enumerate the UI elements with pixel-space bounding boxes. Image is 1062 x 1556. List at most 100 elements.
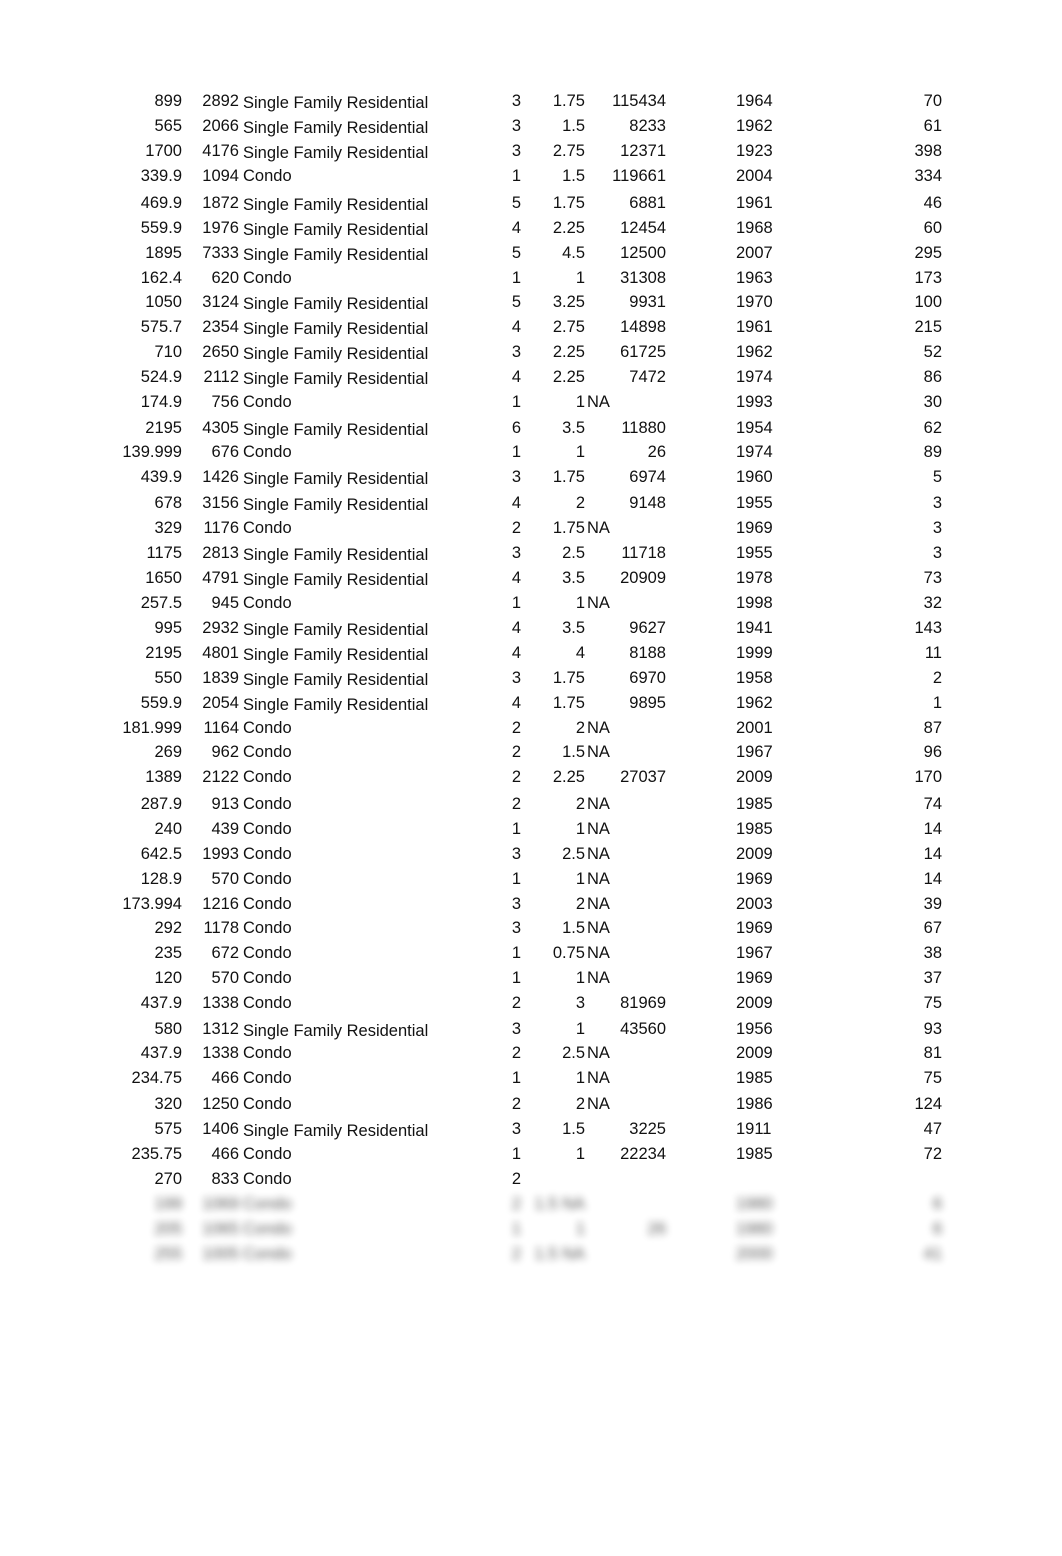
cell-beds: 3 [511,1020,521,1038]
cell-sqft: 2354 [202,318,239,336]
cell-lot-size: NA [587,1095,610,1113]
cell-baths: 2.5 [562,1044,585,1062]
cell-beds: 3 [511,468,521,486]
cell-baths: 1 [575,594,585,612]
cell-price: 642.5 [140,845,182,863]
table-row: 270 833 Condo 2 [0,1167,1062,1192]
cell-lot-size: 3225 [629,1120,666,1138]
cell-days-on-market: 47 [923,1120,942,1138]
cell-baths: 1 [575,1069,585,1087]
cell-sqft: 1176 [203,519,239,537]
cell-days-on-market: 3 [932,544,942,562]
cell-lot-size: NA [587,1044,610,1062]
cell-baths: 1.5 NA [534,1195,585,1213]
cell-days-on-market: 93 [923,1020,942,1038]
cell-price: 270 [154,1170,182,1188]
cell-baths: 1 [575,870,585,888]
cell-baths: 1 [575,820,585,838]
table-row: 181.999 1164 Condo 2 2 2001 87 NA [0,716,1062,741]
cell-days-on-market: 52 [923,343,942,361]
cell-days-on-market: 67 [923,919,942,937]
cell-property-type: Condo [243,594,292,612]
cell-days-on-market: 3 [932,494,942,512]
cell-beds: 1 [511,820,521,838]
cell-beds: 4 [511,219,521,237]
cell-lot-size: 12454 [620,219,666,237]
cell-price: 1050 [145,293,182,311]
cell-year-built: 1985 [736,1069,773,1087]
cell-price: 437.9 [140,1044,182,1062]
table-row: 1650 4791 Single Family Residential 4 3.5 197… [0,566,1062,591]
cell-baths: 0.75 [552,944,585,962]
cell-days-on-market: 100 [914,293,942,311]
table-row: 678 3156 Single Family Residential 4 2 1955 3 9… [0,491,1062,516]
cell-sqft: 1164 [203,719,239,737]
cell-price: 1650 [145,569,182,587]
cell-price: 2195 [145,419,182,437]
cell-baths: 4.5 [562,244,585,262]
table-row: 559.9 1976 Single Family Residential 4 2.25 1… [0,216,1062,241]
table-row: 139.999 676 Condo 1 1 1974 89 26 [0,440,1062,465]
table-row: 235 672 Condo 1 0.75 1967 38 NA [0,941,1062,966]
cell-price: 439.9 [140,468,182,486]
table-row: 437.9 1338 Condo 2 2.5 2009 81 NA [0,1041,1062,1066]
table-row: 469.9 1872 Single Family Residential 5 1.75 1… [0,191,1062,216]
cell-days-on-market: 32 [923,594,942,612]
cell-price: 255 [154,1245,182,1263]
cell-price: 710 [154,343,182,361]
cell-beds: 5 [511,194,521,212]
cell-sqft: 1216 [202,895,239,913]
cell-year-built: 1963 [736,269,773,287]
cell-baths: 2.5 [562,845,585,863]
cell-year-built: 2001 [736,719,773,737]
cell-lot-size: 6970 [629,669,666,687]
cell-baths: 1 [575,269,585,287]
table-row: 329 1176 Condo 2 1.75 1969 3 NA [0,516,1062,541]
cell-price: 995 [154,619,182,637]
cell-days-on-market: 75 [923,994,942,1012]
cell-beds: 2 [511,1095,521,1113]
cell-baths: 2 [575,795,585,813]
cell-beds: 4 [511,644,521,662]
cell-lot-size: 6974 [629,468,666,486]
cell-lot-size: 8233 [629,117,666,135]
cell-price: 199 [154,1195,182,1213]
cell-lot-size: 6881 [629,194,666,212]
cell-year-built: 1969 [736,919,773,937]
cell-lot-size: 12371 [620,142,666,160]
cell-year-built: 1986 [736,1095,773,1113]
table-row: 287.9 913 Condo 2 2 1985 74 NA [0,792,1062,817]
cell-price: 550 [154,669,182,687]
cell-price: 162.4 [140,269,182,287]
cell-price: 678 [154,494,182,512]
cell-price: 339.9 [140,167,182,185]
cell-days-on-market: 74 [923,795,942,813]
cell-property-type: Condo [243,519,292,537]
cell-property-type: Single Family Residential [243,221,429,239]
cell-property-type: Single Family Residential [243,696,429,714]
cell-sqft: 756 [211,393,239,411]
cell-sqft: 4801 [202,644,239,662]
cell-year-built: 1974 [736,368,773,386]
cell-sqft: 4305 [202,419,239,437]
cell-baths: 1.75 [552,694,585,712]
cell-beds: 3 [511,343,521,361]
cell-year-built: 2009 [736,1044,773,1062]
cell-lot-size: 7472 [629,368,666,386]
cell-sqft: 1178 [203,919,239,937]
cell-price: 1389 [145,768,182,786]
cell-year-built: 1911 [736,1120,772,1138]
cell-property-type: Single Family Residential [243,345,429,363]
cell-property-type: Single Family Residential [243,646,429,664]
cell-property-type: Condo [243,167,292,185]
cell-year-built: 1974 [736,443,773,461]
cell-sqft: 1426 [202,468,239,486]
cell-year-built: 1969 [736,870,773,888]
cell-beds: 1 [511,870,521,888]
cell-sqft: 2650 [202,343,239,361]
cell-price: 139.999 [122,443,182,461]
cell-year-built: 1955 [736,544,773,562]
cell-price: 1700 [145,142,182,160]
table-row: 269 962 Condo 2 1.5 1967 96 NA [0,740,1062,765]
cell-lot-size: NA [587,719,610,737]
